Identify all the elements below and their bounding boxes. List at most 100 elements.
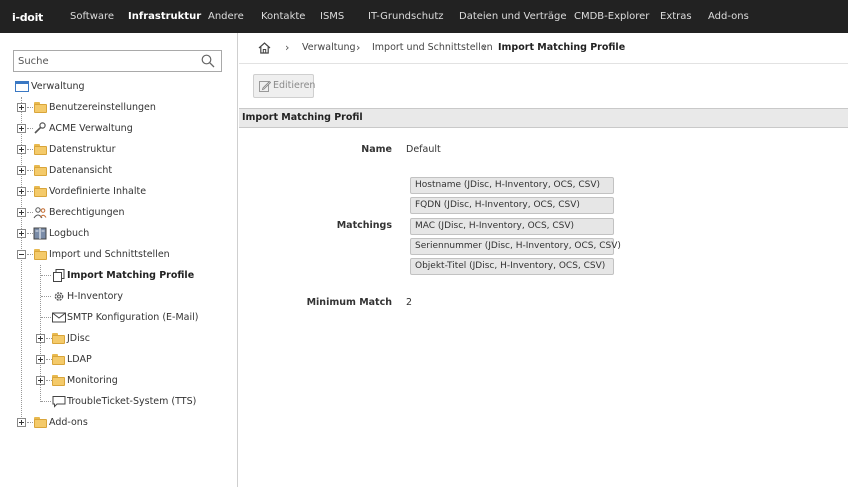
edit-button-label: Editieren xyxy=(273,80,316,91)
tree-item-import-matching-profile[interactable]: Import Matching Profile xyxy=(0,265,237,286)
sidebar: Verwaltung Benutzereinstellungen ACME Ve… xyxy=(0,33,238,487)
tree-item-ldap[interactable]: LDAP xyxy=(0,349,237,370)
breadcrumb-import-und-schnittstellen[interactable]: Import und Schnittstellen xyxy=(372,33,493,63)
tree-connector xyxy=(27,149,33,150)
tree-connector xyxy=(27,422,33,423)
tree-item-import-und-schnittstellen[interactable]: Import und Schnittstellen xyxy=(0,244,237,265)
tree-item-monitoring[interactable]: Monitoring xyxy=(0,370,237,391)
nav-infrastruktur[interactable]: Infrastruktur xyxy=(128,0,201,33)
tree-connector xyxy=(41,275,51,276)
tree-label: Import Matching Profile xyxy=(67,270,195,281)
search-icon[interactable] xyxy=(201,54,215,68)
expand-icon[interactable] xyxy=(17,187,26,196)
expand-icon[interactable] xyxy=(17,229,26,238)
tree-label: Add-ons xyxy=(49,417,88,428)
collapse-icon[interactable] xyxy=(17,250,26,259)
nav-cmdb-explorer[interactable]: CMDB-Explorer xyxy=(574,0,649,33)
tree-connector xyxy=(41,317,51,318)
breadcrumb-chevron-icon: › xyxy=(285,41,290,54)
tree-label: JDisc xyxy=(67,333,90,344)
tree-label: Benutzereinstellungen xyxy=(49,102,156,113)
breadcrumb-chevron-icon: › xyxy=(482,41,487,54)
folder-icon xyxy=(52,333,65,344)
expand-icon[interactable] xyxy=(36,355,45,364)
tree-item-jdisc[interactable]: JDisc xyxy=(0,328,237,349)
tree-label: Verwaltung xyxy=(31,81,85,92)
expand-icon[interactable] xyxy=(17,103,26,112)
tree-item-datenstruktur[interactable]: Datenstruktur xyxy=(0,139,237,160)
tree-label: ACME Verwaltung xyxy=(49,123,133,134)
matchings-label: Matchings xyxy=(336,220,392,231)
tree-connector xyxy=(27,107,33,108)
folder-icon xyxy=(34,165,47,176)
nav-it-grundschutz[interactable]: IT-Grundschutz xyxy=(368,0,444,33)
tree-connector xyxy=(27,170,33,171)
matching-item-mac: MAC (JDisc, H-Inventory, OCS, CSV) xyxy=(410,218,614,235)
tree-item-troubleticket-system[interactable]: TroubleTicket-System (TTS) xyxy=(0,391,237,412)
folder-open-icon xyxy=(34,249,47,260)
app-logo[interactable]: i-doit xyxy=(12,9,46,25)
breadcrumb-verwaltung[interactable]: Verwaltung xyxy=(302,33,356,63)
book-icon xyxy=(33,227,47,240)
breadcrumb-current: Import Matching Profile xyxy=(498,42,626,53)
copy-icon xyxy=(53,269,65,282)
tree-connector xyxy=(27,254,33,255)
tree-label: Import und Schnittstellen xyxy=(49,249,170,260)
folder-icon xyxy=(34,186,47,197)
tree-label: Datenstruktur xyxy=(49,144,116,155)
folder-icon xyxy=(34,102,47,113)
tree-item-berechtigungen[interactable]: Berechtigungen xyxy=(0,202,237,223)
minimum-match-label: Minimum Match xyxy=(306,297,392,308)
home-icon[interactable] xyxy=(258,42,271,54)
envelope-icon xyxy=(52,312,66,323)
search-input[interactable] xyxy=(14,51,194,71)
nav-add-ons[interactable]: Add-ons xyxy=(708,0,749,33)
matching-item-fqdn: FQDN (JDisc, H-Inventory, OCS, CSV) xyxy=(410,197,614,214)
minimum-match-value: 2 xyxy=(406,297,413,308)
edit-button[interactable]: Editieren xyxy=(253,74,316,98)
tree-label: LDAP xyxy=(67,354,92,365)
tree-label: SMTP Konfiguration (E-Mail) xyxy=(67,312,199,323)
nav-dateien-und-vertraege[interactable]: Dateien und Verträge xyxy=(459,0,567,33)
nav-extras[interactable]: Extras xyxy=(660,0,692,33)
tree-item-acme-verwaltung[interactable]: ACME Verwaltung xyxy=(0,118,237,139)
tree-label: Berechtigungen xyxy=(49,207,125,218)
matching-item-seriennummer: Seriennummer (JDisc, H-Inventory, OCS, C… xyxy=(410,238,621,255)
matching-item-hostname: Hostname (JDisc, H-Inventory, OCS, CSV) xyxy=(410,177,614,194)
divider xyxy=(239,63,848,64)
tree-item-logbuch[interactable]: Logbuch xyxy=(0,223,237,244)
tree-root-verwaltung[interactable]: Verwaltung xyxy=(0,76,237,97)
wrench-icon xyxy=(34,122,46,134)
nav-andere[interactable]: Andere xyxy=(208,0,244,33)
tree-label: Datenansicht xyxy=(49,165,113,176)
tree-item-benutzereinstellungen[interactable]: Benutzereinstellungen xyxy=(0,97,237,118)
gear-icon xyxy=(54,292,64,301)
expand-icon[interactable] xyxy=(17,124,26,133)
tree-label: Monitoring xyxy=(67,375,118,386)
app-logo-text: i-doit xyxy=(12,11,43,24)
tree-item-add-ons[interactable]: Add-ons xyxy=(0,412,237,433)
nav-software[interactable]: Software xyxy=(70,0,114,33)
expand-icon[interactable] xyxy=(17,208,26,217)
window-icon xyxy=(15,81,29,92)
tree-label: Vordefinierte Inhalte xyxy=(49,186,147,197)
main-content: › Verwaltung › Import und Schnittstellen… xyxy=(239,33,848,487)
tree-item-h-inventory[interactable]: H-Inventory xyxy=(0,286,237,307)
tree-item-vordefinierte-inhalte[interactable]: Vordefinierte Inhalte xyxy=(0,181,237,202)
tree-item-datenansicht[interactable]: Datenansicht xyxy=(0,160,237,181)
name-label: Name xyxy=(361,144,392,155)
breadcrumb: › Verwaltung › Import und Schnittstellen… xyxy=(239,33,848,63)
expand-icon[interactable] xyxy=(36,334,45,343)
expand-icon[interactable] xyxy=(36,376,45,385)
nav-isms[interactable]: ISMS xyxy=(320,0,344,33)
expand-icon[interactable] xyxy=(17,145,26,154)
nav-kontakte[interactable]: Kontakte xyxy=(261,0,305,33)
expand-icon[interactable] xyxy=(17,418,26,427)
tree-item-smtp-konfiguration[interactable]: SMTP Konfiguration (E-Mail) xyxy=(0,307,237,328)
tree-connector xyxy=(27,191,33,192)
folder-icon xyxy=(52,354,65,365)
expand-icon[interactable] xyxy=(17,166,26,175)
search-box xyxy=(13,50,222,72)
name-value: Default xyxy=(406,144,441,155)
tree-label: TroubleTicket-System (TTS) xyxy=(67,396,197,407)
